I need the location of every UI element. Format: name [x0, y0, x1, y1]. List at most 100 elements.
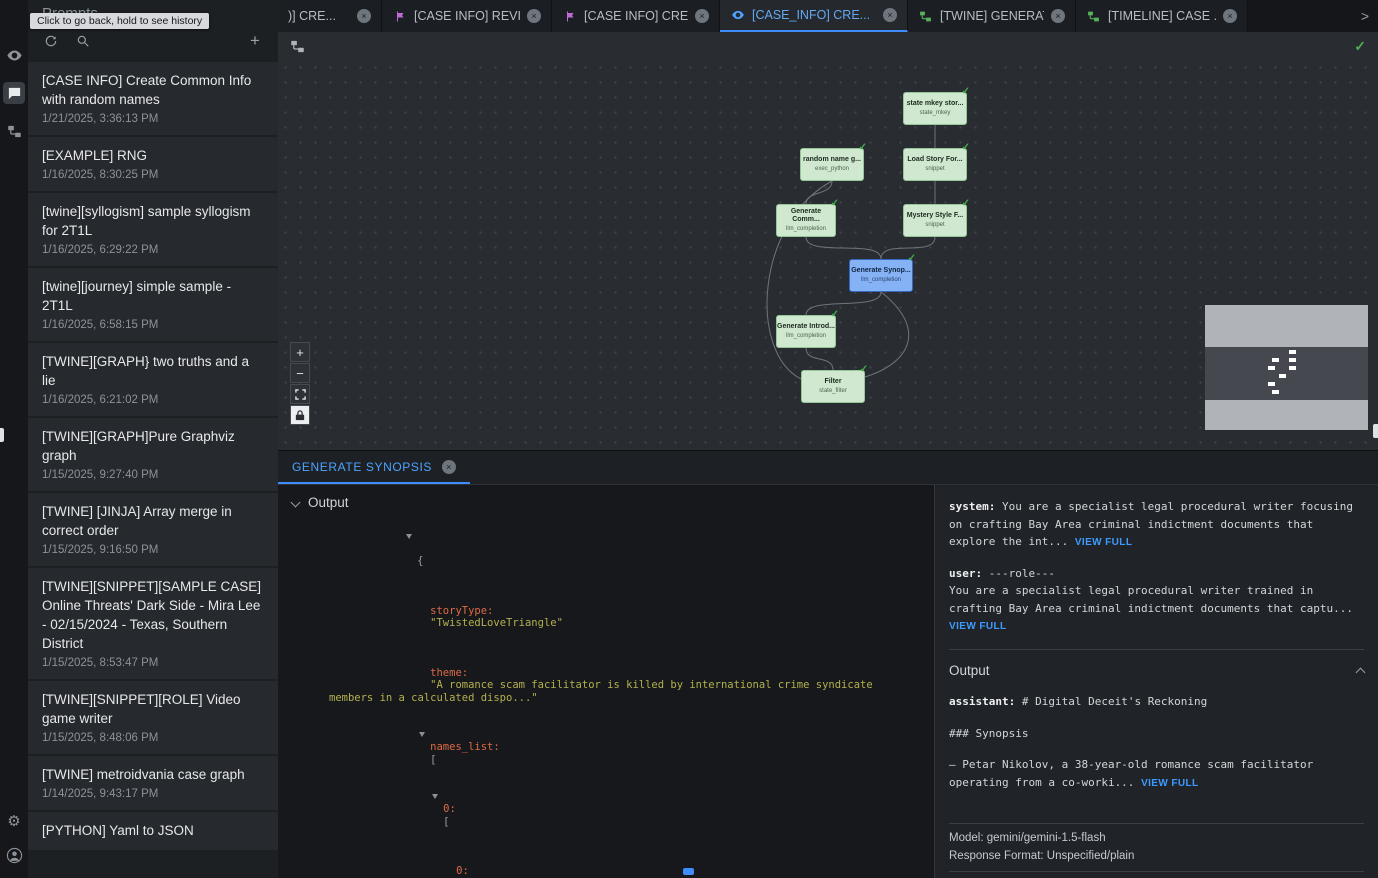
prompt-timestamp: 1/14/2025, 9:43:17 PM	[42, 788, 264, 800]
prompt-list-item[interactable]: [TWINE] metroidvania case graph 1/14/202…	[28, 756, 278, 810]
collapse-chevron-up-icon[interactable]	[1356, 667, 1366, 677]
zoom-in-button[interactable]: +	[290, 342, 310, 362]
system-message: system: You are a specialist legal proce…	[949, 498, 1364, 552]
flow-icon	[1086, 9, 1101, 24]
collapse-arrow-icon[interactable]	[432, 791, 443, 803]
prompt-timestamp: 1/16/2025, 8:30:25 PM	[42, 169, 264, 181]
node-title: state mkey stor...	[907, 100, 964, 108]
settings-gear-icon[interactable]: ⚙	[3, 810, 25, 832]
node-generate-synopsis[interactable]: ✓ Generate Synop... llm_completion	[849, 259, 913, 292]
lock-button[interactable]	[290, 405, 310, 425]
close-icon[interactable]: ×	[1051, 9, 1065, 23]
prompt-timestamp: 1/16/2025, 6:29:22 PM	[42, 244, 264, 256]
eye-view-icon[interactable]	[3, 44, 25, 66]
close-icon[interactable]: ×	[357, 9, 371, 23]
run-info-footer: Model: gemini/gemini-1.5-flash Response …	[949, 823, 1364, 872]
node-state-mkey[interactable]: ✓ state mkey stor... state_mkey	[903, 92, 967, 125]
prompt-list-item[interactable]: [TWINE][GRAPH]Pure Graphviz graph 1/15/2…	[28, 418, 278, 491]
view-full-link[interactable]: VIEW FULL	[949, 621, 1006, 632]
minimap-node	[1289, 366, 1296, 370]
collapse-arrow-icon[interactable]	[406, 530, 417, 542]
json-key: names_list:	[430, 741, 500, 753]
close-icon[interactable]: ×	[695, 9, 709, 23]
node-title: Filter	[824, 378, 841, 386]
tab-generate-synopsis[interactable]: GENERATE SYNOPSIS ×	[278, 451, 470, 484]
tab-scroll-right-icon[interactable]: >	[1352, 0, 1378, 32]
node-generate-intro[interactable]: ✓ Generate Introd... llm_completion	[776, 315, 836, 348]
json-value: [	[443, 816, 449, 828]
prompt-list-item[interactable]: [TWINE][SNIPPET][ROLE] Video game writer…	[28, 681, 278, 754]
collapse-arrow-icon[interactable]	[419, 729, 430, 741]
prompt-list-item[interactable]: [TWINE] [JINJA] Array merge in correct o…	[28, 493, 278, 566]
node-random-name[interactable]: ✓ random name g... exec_python	[800, 148, 864, 181]
prompt-list-item[interactable]: [EXAMPLE] RNG 1/16/2025, 8:30:25 PM	[28, 137, 278, 191]
messages-pane: system: You are a specialist legal proce…	[934, 485, 1378, 878]
user-prefix: ---role---	[989, 567, 1055, 580]
node-check-icon: ✓	[859, 142, 867, 153]
node-check-icon: ✓	[962, 86, 970, 97]
prompts-panel-icon[interactable]	[3, 82, 25, 104]
close-icon[interactable]: ×	[1223, 9, 1237, 23]
collapse-chevron-icon[interactable]	[291, 498, 301, 508]
node-subtitle: state_mkey	[920, 110, 951, 117]
json-line: 0: [	[316, 779, 923, 841]
graph-canvas[interactable]: ✓ ✓ state mkey stor... state_mkey ✓	[278, 32, 1378, 450]
flow-panel-icon[interactable]	[3, 120, 25, 142]
tab-label: )] CRE...	[288, 9, 336, 23]
node-title: random name g...	[803, 156, 861, 164]
minimap-node	[1272, 358, 1279, 362]
refresh-icon[interactable]	[42, 32, 60, 50]
zoom-out-button[interactable]: −	[290, 363, 310, 383]
bottom-content: Output { stor	[278, 485, 1378, 878]
prompt-title: [PYTHON] Yaml to JSON	[42, 821, 264, 840]
add-prompt-button[interactable]: +	[246, 32, 264, 50]
prompt-list-item[interactable]: [CASE INFO] Create Common Info with rand…	[28, 62, 278, 135]
node-title: Mystery Style F...	[907, 212, 963, 220]
close-icon[interactable]: ×	[442, 460, 456, 474]
scrollbar-thumb[interactable]	[683, 868, 694, 875]
node-load-story[interactable]: ✓ Load Story For... snippet	[903, 148, 967, 181]
assistant-label: assistant:	[949, 695, 1015, 708]
json-line: names_list: [	[316, 717, 923, 779]
json-output-pane: Output { stor	[278, 485, 933, 878]
right-resize-handle[interactable]	[1373, 424, 1378, 438]
tab-cre-cut[interactable]: )] CRE... ×	[278, 0, 382, 32]
json-key: storyType:	[430, 605, 493, 617]
minimap-node	[1272, 390, 1279, 394]
tab-case-info-revi[interactable]: [CASE INFO] REVI... ×	[382, 0, 552, 32]
json-value: "A romance scam facilitator is killed by…	[329, 679, 879, 703]
minimap-viewport	[1205, 347, 1368, 400]
prompt-list-item[interactable]: [TWINE][SNIPPET][SAMPLE CASE] Online Thr…	[28, 568, 278, 679]
search-icon[interactable]	[74, 32, 92, 50]
account-icon[interactable]	[3, 844, 25, 866]
prompt-timestamp: 1/15/2025, 9:16:50 PM	[42, 544, 264, 556]
tab-case-info-cre-active[interactable]: [CASE_INFO] CRE... ×	[720, 0, 908, 32]
node-filter[interactable]: ✓ Filter state_filter	[801, 370, 865, 403]
view-full-link[interactable]: VIEW FULL	[1141, 778, 1198, 789]
system-text: You are a specialist legal procedural wr…	[949, 500, 1353, 548]
prompt-list-item[interactable]: [twine][journey] simple sample - 2T1L 1/…	[28, 268, 278, 341]
tab-twine-generat[interactable]: [TWINE] GENERAT... ×	[908, 0, 1076, 32]
fit-view-button[interactable]	[290, 384, 310, 404]
left-resize-handle[interactable]	[0, 428, 4, 442]
minimap-node	[1268, 366, 1275, 370]
assistant-title: # Digital Deceit's Reckoning	[1022, 695, 1207, 708]
tab-timeline-case[interactable]: [TIMELINE] CASE ... ×	[1076, 0, 1248, 32]
system-label: system:	[949, 500, 995, 513]
node-generate-common[interactable]: ✓ Generate Comm... llm_completion	[776, 204, 836, 237]
prompt-list-item[interactable]: [PYTHON] Yaml to JSON	[28, 812, 278, 850]
node-check-icon: ✓	[860, 364, 868, 375]
tab-label: [TIMELINE] CASE ...	[1108, 9, 1216, 23]
prompt-title: [TWINE] [JINJA] Array merge in correct o…	[42, 502, 264, 540]
close-icon[interactable]: ×	[527, 9, 541, 23]
close-icon[interactable]: ×	[883, 8, 897, 22]
node-mystery-style[interactable]: ✓ Mystery Style F... snippet	[903, 204, 967, 237]
prompt-list-item[interactable]: [twine][syllogism] sample syllogism for …	[28, 193, 278, 266]
node-subtitle: llm_completion	[861, 277, 901, 284]
view-full-link[interactable]: VIEW FULL	[1075, 537, 1132, 548]
tab-case-info-cre[interactable]: [CASE INFO] CRE... ×	[552, 0, 720, 32]
node-subtitle: state_filter	[819, 388, 847, 395]
prompt-title: [TWINE][SNIPPET][ROLE] Video game writer	[42, 690, 264, 728]
prompt-list-item[interactable]: [TWINE][GRAPH} two truths and a lie 1/16…	[28, 343, 278, 416]
minimap[interactable]	[1205, 305, 1368, 430]
